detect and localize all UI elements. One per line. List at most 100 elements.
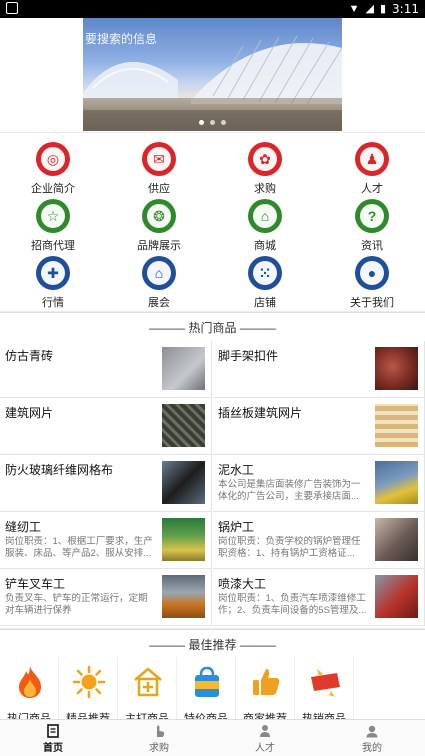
banner-search-hint[interactable]: 要搜索的信息 — [85, 30, 157, 47]
product-card[interactable]: 喷漆大工 岗位职责：1、负责汽车喷漆维修工作；2、负责车间设备的5S管理及... — [213, 569, 425, 626]
thumbs-up-icon — [253, 669, 280, 695]
product-title: 插丝板建筑网片 — [218, 406, 303, 420]
product-card[interactable]: 缝纫工 岗位职责：1、根据工厂要求，生产服装、床品、等产品2、服从安排... — [0, 512, 212, 569]
exhibition-icon: ⌂ — [142, 256, 176, 290]
tab-home[interactable]: 首页 — [0, 720, 106, 756]
notification-icon — [6, 2, 18, 14]
product-desc — [5, 365, 155, 389]
home-doc-icon — [47, 724, 59, 738]
star-icon: ☆ — [36, 199, 70, 233]
product-thumbnail — [375, 575, 418, 618]
product-desc: 岗位职责：1、负责汽车喷漆维修工作；2、负责车间设备的5S管理及... — [218, 593, 367, 616]
signal-icon: ◢ — [365, 3, 374, 15]
product-desc: 岗位职责：1、根据工厂要求，生产服装、床品、等产品2、服从安排... — [5, 536, 153, 559]
best-item-featured[interactable]: 精品推荐 — [59, 657, 118, 719]
product-card[interactable]: 泥水工 本公司是集店面装修广告装饰为一体化的广告公司，主要承接店面... — [213, 455, 425, 512]
status-bar: ▼ ◢ ▮ 3:11 — [0, 0, 425, 18]
product-title: 建筑网片 — [5, 406, 54, 420]
brand-icon: ❂ — [142, 199, 176, 233]
company-icon: ◎ — [36, 142, 70, 176]
grid-item-shop[interactable]: ⁙ 店铺 — [212, 256, 318, 310]
best-item-main[interactable]: 主打商品 — [118, 657, 177, 719]
question-icon: ? — [355, 199, 389, 233]
product-thumbnail — [162, 461, 205, 504]
product-desc — [5, 479, 155, 503]
best-recommend-title: ——— 最佳推荐 ——— — [0, 629, 425, 659]
best-item-sale[interactable]: 特价商品 — [177, 657, 236, 719]
grid-item-agency[interactable]: ☆ 招商代理 — [0, 199, 106, 253]
grid-item-mall[interactable]: ⌂ 商城 — [212, 199, 318, 253]
product-thumbnail — [375, 404, 418, 447]
product-title: 喷漆大工 — [218, 577, 267, 591]
grid-dots-icon: ⁙ — [248, 256, 282, 290]
sun-icon — [73, 665, 105, 699]
product-card[interactable]: 插丝板建筑网片 — [213, 398, 425, 455]
grid-item-company[interactable]: ◎ 企业简介 — [0, 142, 106, 196]
grid-item-news[interactable]: ? 资讯 — [319, 199, 425, 253]
banner[interactable]: 要搜索的信息 — [0, 18, 425, 132]
grid-item-talent[interactable]: ♟ 人才 — [319, 142, 425, 196]
carousel-dot[interactable] — [210, 120, 215, 125]
hot-products-list: 仿古青砖 脚手架扣件 建筑网片 插丝板建筑网片 防火玻璃纤维网格布 泥水工 本公… — [0, 341, 425, 628]
hot-products-title: ——— 热门商品 ——— — [0, 312, 425, 342]
product-desc — [218, 422, 368, 446]
battery-icon: ▮ — [379, 3, 387, 15]
product-card[interactable]: 防火玻璃纤维网格布 — [0, 455, 212, 512]
tab-mine[interactable]: 我的 — [319, 720, 425, 756]
product-title: 泥水工 — [218, 463, 255, 477]
product-title: 缝纫工 — [5, 520, 42, 534]
carousel-dot[interactable] — [199, 120, 204, 125]
tab-talent[interactable]: 人才 — [212, 720, 318, 756]
product-card[interactable]: 脚手架扣件 — [213, 341, 425, 398]
product-thumbnail — [162, 347, 205, 390]
carousel-indicators — [83, 120, 342, 125]
grid-item-exhibition[interactable]: ⌂ 展会 — [106, 256, 212, 310]
banner-image[interactable]: 要搜索的信息 — [83, 18, 342, 131]
grid-item-supply[interactable]: ✉ 供应 — [106, 142, 212, 196]
bottom-tab-bar: 首页 求购 人才 我的 — [0, 719, 425, 756]
hot-tag-icon — [311, 669, 340, 697]
person-icon — [260, 725, 270, 737]
profile-icon — [366, 725, 378, 738]
product-desc: 岗位职责：负责学校的锅炉管理任职资格：1、持有锅炉工资格证... — [218, 536, 361, 559]
grid-item-brand[interactable]: ❂ 品牌展示 — [106, 199, 212, 253]
best-item-merchant[interactable]: 商家推荐 — [236, 657, 295, 719]
hand-icon — [157, 725, 165, 737]
category-grid: ◎ 企业简介 ✉ 供应 ✿ 求购 ♟ 人才 ☆ 招商代理 ❂ 品牌展示 ⌂ 商城… — [0, 133, 425, 311]
product-thumbnail — [375, 518, 418, 561]
product-thumbnail — [375, 461, 418, 504]
product-thumbnail — [162, 518, 205, 561]
user-circle-icon: ● — [355, 256, 389, 290]
tab-purchase[interactable]: 求购 — [106, 720, 212, 756]
product-title: 防火玻璃纤维网格布 — [5, 463, 114, 477]
product-thumbnail — [162, 575, 205, 618]
best-item-hot[interactable]: 热门商品 — [0, 657, 59, 719]
product-card[interactable]: 锅炉工 岗位职责：负责学校的锅炉管理任职资格：1、持有锅炉工资格证... — [213, 512, 425, 569]
product-title: 铲车叉车工 — [5, 577, 66, 591]
product-desc — [5, 422, 155, 446]
grid-item-market[interactable]: ✚ 行情 — [0, 256, 106, 310]
supply-icon: ✉ — [142, 142, 176, 176]
wifi-icon: ▼ — [348, 3, 360, 15]
product-thumbnail — [162, 404, 205, 447]
product-title: 仿古青砖 — [5, 349, 54, 363]
paw-icon: ✿ — [248, 142, 282, 176]
person-icon: ♟ — [355, 142, 389, 176]
product-title: 锅炉工 — [218, 520, 255, 534]
product-card[interactable]: 铲车叉车工 负责叉车、铲车的正常运行，定期对车辆进行保养 — [0, 569, 212, 626]
grid-item-about[interactable]: ● 关于我们 — [319, 256, 425, 310]
product-desc: 本公司是集店面装修广告装饰为一体化的广告公司，主要承接店面... — [218, 479, 361, 502]
house-icon: ⌂ — [248, 199, 282, 233]
product-title: 脚手架扣件 — [218, 349, 279, 363]
puzzle-icon: ✚ — [36, 256, 70, 290]
sale-bag-icon — [195, 666, 219, 697]
best-recommend-list: 热门商品 精品推荐 主打商品 特价商品 商家推荐 热销商品 — [0, 657, 425, 719]
carousel-dot[interactable] — [221, 120, 226, 125]
grid-item-purchase[interactable]: ✿ 求购 — [212, 142, 318, 196]
product-card[interactable]: 仿古青砖 — [0, 341, 212, 398]
best-item-hotsale[interactable]: 热销商品 — [295, 657, 354, 719]
product-desc — [218, 365, 368, 389]
shop-plus-icon — [134, 667, 162, 697]
product-card[interactable]: 建筑网片 — [0, 398, 212, 455]
flame-icon — [19, 666, 41, 698]
